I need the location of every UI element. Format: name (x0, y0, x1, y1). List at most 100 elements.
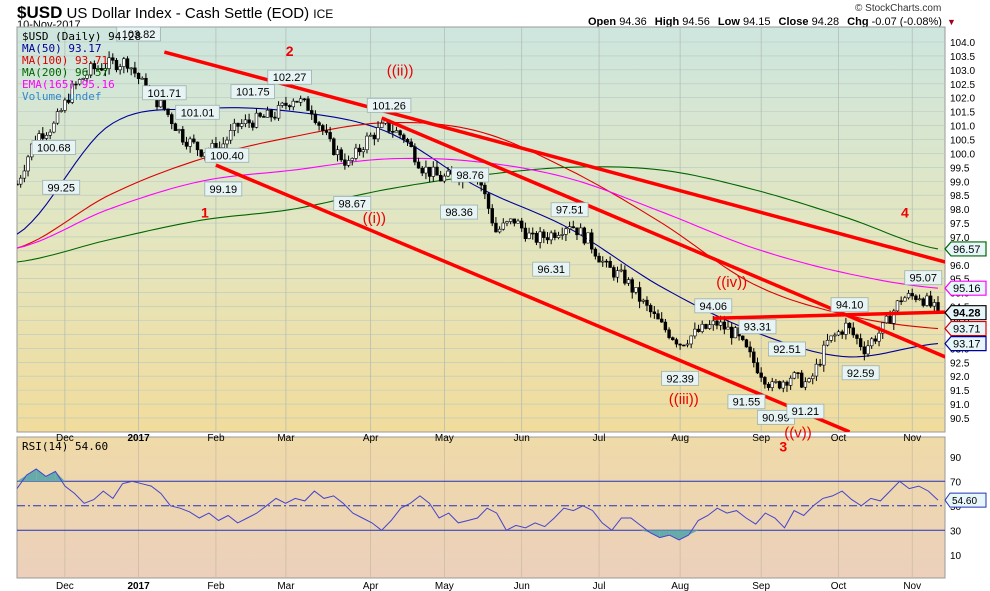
candle-down (623, 269, 627, 284)
x-tick-label: May (435, 433, 454, 444)
y-tick-label: 99.0 (950, 177, 970, 188)
last-value-tag-close: 94.28 (944, 305, 987, 321)
candle-up (718, 321, 723, 326)
candle-up (446, 170, 450, 177)
candle-up (869, 338, 874, 347)
candle-up (615, 270, 620, 278)
x-tick-label: Jun (514, 581, 530, 591)
y-tick-label: 92.0 (950, 372, 970, 383)
rsi-tick-label: 30 (950, 526, 962, 537)
y-tick-label: 97.5 (950, 219, 970, 230)
price-callout: 101.71 (142, 85, 187, 101)
candle-up (265, 109, 270, 118)
candle-down (427, 166, 432, 177)
candle-up (254, 112, 259, 128)
callout-value: 92.59 (847, 368, 875, 380)
y-tick-label: 103.5 (950, 52, 975, 63)
price-callout: 97.51 (550, 202, 589, 218)
tag-value: 94.28 (953, 308, 981, 320)
last-value-tag-ma100: 93.71 (944, 320, 987, 337)
candle-up (925, 295, 929, 306)
candle-up (497, 228, 502, 233)
candle-down (593, 248, 598, 257)
candle-up (866, 345, 870, 355)
callout-value: 101.01 (181, 107, 215, 119)
wave-label: 2 (286, 43, 294, 59)
candle-up (884, 315, 889, 324)
candle-up (276, 105, 281, 119)
x-tick-label: Jul (593, 433, 606, 444)
y-tick-label: 104.0 (950, 38, 975, 49)
candle-up (822, 344, 826, 366)
x-tick-label: Nov (903, 581, 921, 591)
chart-canvas: 103.82101.71101.01101.75100.40100.6899.2… (16, 26, 987, 591)
candle-down (170, 114, 174, 125)
candle-down (597, 255, 601, 263)
price-callout: 98.76 (451, 167, 490, 183)
candle-up (833, 334, 837, 337)
candle-up (361, 149, 365, 153)
candle-down (490, 208, 494, 224)
candle-down (306, 98, 310, 111)
candle-down (416, 161, 421, 169)
candle-up (394, 130, 399, 133)
callout-value: 101.26 (372, 100, 406, 112)
candle-up (55, 111, 60, 124)
candle-down (766, 383, 771, 388)
legend-rsi: RSI(14) 54.60 (22, 440, 108, 453)
y-tick-label: 96.0 (950, 261, 970, 272)
candle-up (803, 381, 808, 388)
candle-up (917, 298, 922, 301)
stock-chart: $USD US Dollar Index - Cash Settle (EOD)… (0, 0, 990, 591)
candle-down (656, 313, 660, 320)
callout-value: 101.75 (236, 87, 270, 99)
candle-down (862, 346, 867, 355)
candle-up (335, 149, 340, 156)
legend-volume: Volume undef (22, 90, 101, 103)
candle-down (652, 311, 657, 314)
wave-label: 4 (901, 204, 909, 220)
candle-up (601, 260, 605, 263)
wave-label: 1 (201, 204, 209, 220)
candle-up (44, 134, 49, 139)
candle-down (413, 146, 417, 163)
candle-down (667, 329, 671, 338)
price-callout: 98.67 (333, 196, 372, 211)
callout-value: 92.51 (773, 344, 801, 356)
candle-up (564, 228, 568, 235)
callout-value: 97.51 (556, 205, 584, 217)
candle-up (693, 328, 697, 337)
candle-down (671, 337, 675, 340)
candle-up (527, 232, 531, 239)
wave-label: ((iv)) (716, 274, 747, 291)
candle-down (295, 100, 299, 103)
candle-up (431, 166, 435, 177)
y-tick-label: 102.5 (950, 80, 975, 91)
candle-up (107, 57, 111, 69)
candle-down (744, 339, 749, 348)
candle-down (391, 131, 395, 133)
callout-value: 101.71 (148, 88, 182, 100)
callout-value: 100.40 (210, 150, 244, 162)
candle-down (659, 318, 664, 323)
x-tick-label: Dec (56, 581, 74, 591)
candle-down (755, 362, 760, 374)
candle-down (715, 320, 719, 326)
candle-down (759, 372, 763, 378)
candle-down (420, 167, 424, 174)
candle-up (619, 269, 623, 272)
candle-down (173, 123, 178, 131)
x-tick-label: Aug (671, 433, 689, 444)
candle-down (251, 122, 255, 128)
candle-down (888, 315, 892, 324)
candle-up (48, 131, 52, 136)
candle-up (685, 343, 690, 346)
candle-down (752, 351, 756, 363)
candle-down (409, 141, 413, 148)
candle-down (405, 139, 410, 143)
candle-up (903, 297, 907, 302)
candle-down (310, 110, 314, 115)
y-tick-label: 101.0 (950, 122, 975, 133)
price-callout: 101.75 (230, 84, 275, 100)
x-tick-label: Nov (903, 433, 921, 444)
